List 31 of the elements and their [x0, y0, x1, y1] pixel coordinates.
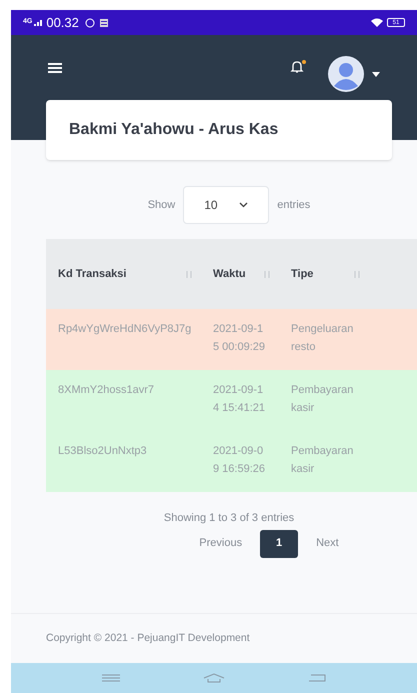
table-cell-text: Pengeluaran resto	[291, 322, 354, 355]
avatar-icon[interactable]	[328, 56, 364, 92]
table-cell-text: 2021-09-14 15:41:21	[213, 383, 265, 416]
table-cell-text: Rp4wYgWreHdN6VyP8J7g	[58, 322, 192, 337]
status-time: 00.32	[46, 14, 79, 32]
card-title: Bakmi Ya'ahowu - Arus Kas	[69, 120, 278, 140]
table-cell-text: Pembayaran kasir	[291, 383, 354, 416]
sort-icon[interactable]	[263, 270, 271, 278]
entries-dropdown[interactable]: 10	[183, 186, 270, 224]
table-cell-text: 2021-09-09 16:59:26	[213, 444, 265, 477]
copyright-text: Copyright © 2021 - PejuangIT Development	[46, 630, 250, 646]
caret-icon[interactable]	[372, 72, 380, 77]
table-cell-text: 8XMmY2hoss1avr7	[58, 383, 155, 398]
column-header[interactable]: Waktu	[213, 266, 246, 282]
table-cell-text: 2021-09-15 00:09:29	[213, 322, 265, 355]
home-icon[interactable]	[202, 673, 225, 683]
show-label: Show	[148, 198, 176, 213]
signal-icon	[34, 19, 44, 26]
column-header[interactable]: Tipe	[291, 266, 314, 282]
table-info: Showing 1 to 3 of 3 entries	[162, 511, 296, 526]
chevron-icon	[239, 202, 248, 208]
sort-icon[interactable]	[353, 270, 361, 278]
page-button[interactable]: 1	[260, 530, 298, 558]
entries-label: entries	[277, 198, 310, 213]
table-cell-text: Pembayaran kasir	[291, 444, 354, 477]
wifi-icon	[371, 18, 383, 27]
column-header[interactable]: Kd Transaksi	[58, 266, 126, 282]
back-icon[interactable]	[308, 674, 326, 682]
table-cell-text: L53Blso2UnNxtp3	[58, 444, 148, 459]
menu-icon[interactable]	[48, 62, 62, 74]
sort-icon[interactable]	[185, 270, 193, 278]
